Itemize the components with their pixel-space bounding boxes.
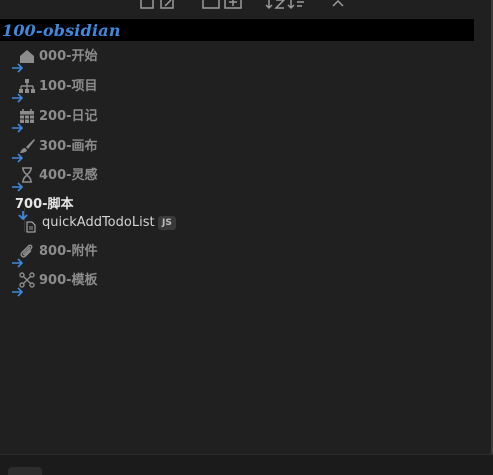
file-icon [26, 218, 36, 233]
file-extension-badge: JS [158, 216, 176, 230]
arrow-icon [11, 59, 25, 73]
folder-100[interactable]: 100-项目 [0, 74, 300, 103]
folder-label: 900-模板 [39, 273, 98, 288]
collapse-all-icon [331, 0, 345, 12]
explorer-toolbar [0, 0, 493, 14]
folder-900[interactable]: 900-模板 [0, 268, 300, 297]
arrow-icon [11, 283, 25, 297]
folder-label: 700-脚本 [15, 197, 74, 212]
folder-000[interactable]: 000-开始 [0, 44, 300, 73]
folder-800[interactable]: 800-附件 [0, 239, 300, 268]
new-note-icon [139, 0, 177, 12]
sort-button[interactable] [264, 0, 306, 12]
folder-400[interactable]: 400-灵感 [0, 163, 300, 192]
arrow-icon [11, 119, 25, 133]
arrow-icon [11, 178, 25, 192]
sort-icon [264, 0, 306, 12]
folder-label: 300-画布 [39, 139, 98, 154]
file-item[interactable]: quickAddTodoList JS [24, 214, 324, 236]
collapse-all-button[interactable] [331, 0, 345, 12]
bottom-bar [0, 454, 493, 475]
folder-label: 200-日记 [39, 109, 98, 124]
folder-300[interactable]: 300-画布 [0, 134, 300, 163]
new-folder-icon [201, 0, 243, 12]
new-note-button[interactable] [139, 0, 177, 12]
arrow-icon [11, 254, 25, 268]
bottom-tab[interactable] [8, 467, 42, 475]
folder-label: 800-附件 [39, 244, 98, 259]
folder-label: 400-灵感 [39, 168, 98, 183]
folder-200[interactable]: 200-日记 [0, 104, 300, 133]
file-explorer: 100-obsidian 000-开始 100-项目 200-日记 300-画布… [0, 0, 493, 475]
arrow-icon [11, 89, 25, 103]
vault-header[interactable]: 100-obsidian [0, 19, 474, 41]
vault-title: 100-obsidian [2, 20, 121, 40]
new-folder-button[interactable] [201, 0, 243, 12]
folder-label: 000-开始 [39, 49, 98, 64]
arrow-icon [11, 149, 25, 163]
file-name: quickAddTodoList [42, 215, 155, 230]
folder-label: 100-项目 [39, 79, 98, 94]
